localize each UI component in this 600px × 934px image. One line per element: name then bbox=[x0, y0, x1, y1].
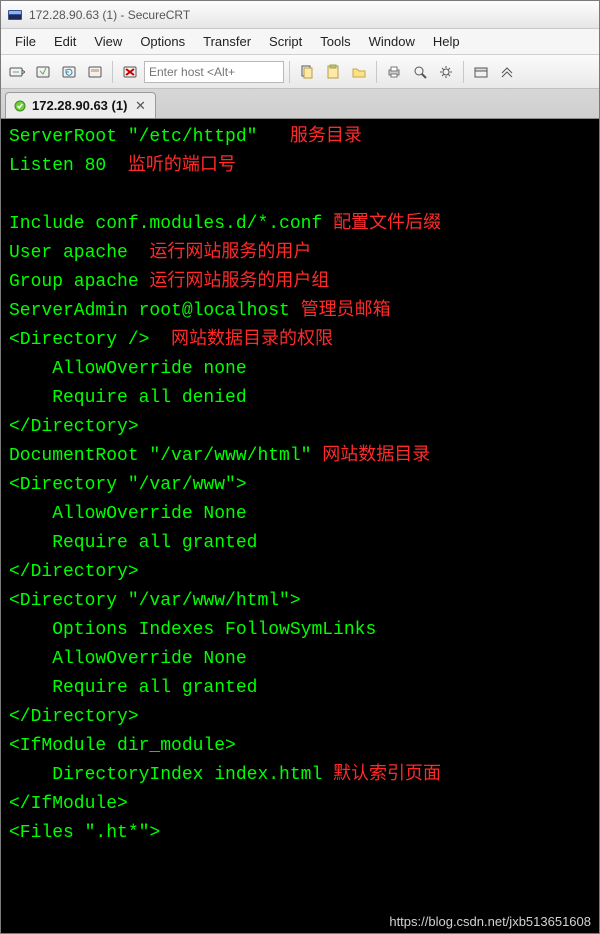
terminal[interactable]: ServerRoot "/etc/httpd" 服务目录Listen 80 监听… bbox=[1, 119, 599, 933]
new-tab-icon[interactable] bbox=[469, 60, 493, 84]
more-icon[interactable] bbox=[495, 60, 519, 84]
disconnect-icon[interactable] bbox=[118, 60, 142, 84]
copy-icon[interactable] bbox=[295, 60, 319, 84]
menu-edit[interactable]: Edit bbox=[46, 31, 84, 52]
terminal-content: ServerRoot "/etc/httpd" 服务目录Listen 80 监听… bbox=[9, 123, 591, 848]
paste-icon[interactable] bbox=[321, 60, 345, 84]
watermark: https://blog.csdn.net/jxb513651608 bbox=[389, 914, 591, 929]
toolbar-separator bbox=[289, 61, 290, 83]
close-tab-icon[interactable]: ✕ bbox=[133, 99, 147, 113]
titlebar: 172.28.90.63 (1) - SecureCRT bbox=[1, 1, 599, 29]
menu-view[interactable]: View bbox=[86, 31, 130, 52]
menu-tools[interactable]: Tools bbox=[312, 31, 358, 52]
menu-help[interactable]: Help bbox=[425, 31, 468, 52]
toolbar-separator bbox=[376, 61, 377, 83]
folder-icon[interactable] bbox=[347, 60, 371, 84]
menu-window[interactable]: Window bbox=[361, 31, 423, 52]
menu-options[interactable]: Options bbox=[132, 31, 193, 52]
menu-script[interactable]: Script bbox=[261, 31, 310, 52]
connected-status-icon bbox=[14, 100, 26, 112]
session-tab[interactable]: 172.28.90.63 (1) ✕ bbox=[5, 92, 156, 118]
window-title: 172.28.90.63 (1) - SecureCRT bbox=[29, 8, 190, 22]
session-icon[interactable] bbox=[83, 60, 107, 84]
tabbar: 172.28.90.63 (1) ✕ bbox=[1, 89, 599, 119]
find-icon[interactable] bbox=[408, 60, 432, 84]
host-input[interactable] bbox=[144, 61, 284, 83]
app-icon bbox=[7, 7, 23, 23]
print-icon[interactable] bbox=[382, 60, 406, 84]
connect-icon[interactable] bbox=[5, 60, 29, 84]
toolbar bbox=[1, 55, 599, 89]
toolbar-separator bbox=[463, 61, 464, 83]
quick-connect-icon[interactable] bbox=[31, 60, 55, 84]
menu-transfer[interactable]: Transfer bbox=[195, 31, 259, 52]
menu-file[interactable]: File bbox=[7, 31, 44, 52]
menubar: File Edit View Options Transfer Script T… bbox=[1, 29, 599, 55]
window: 172.28.90.63 (1) - SecureCRT File Edit V… bbox=[0, 0, 600, 934]
tab-label: 172.28.90.63 (1) bbox=[32, 98, 127, 113]
settings-icon[interactable] bbox=[434, 60, 458, 84]
reconnect-icon[interactable] bbox=[57, 60, 81, 84]
toolbar-separator bbox=[112, 61, 113, 83]
